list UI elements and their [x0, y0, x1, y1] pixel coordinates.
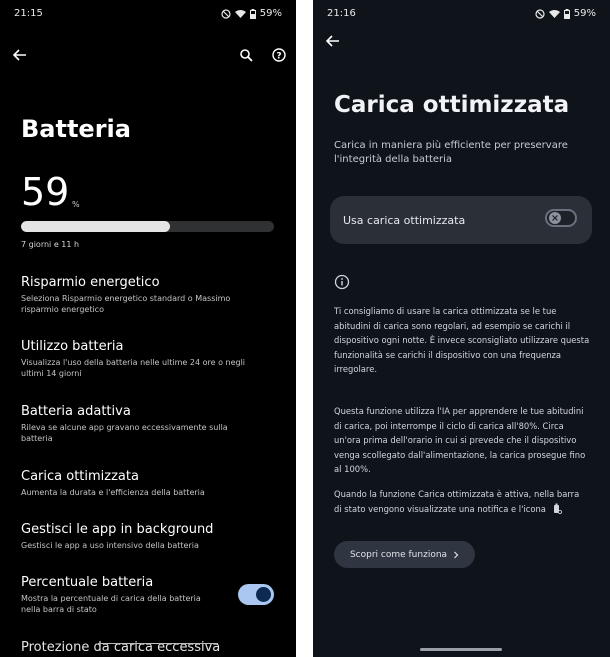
- info-paragraph-text: Quando la funzione Carica ottimizzata è …: [334, 489, 580, 514]
- battery-settings-screen: 21:15 59% ? Batteria 59 % 7 giorni e 11 …: [0, 0, 296, 657]
- setting-battery-percentage[interactable]: Percentuale batteria Mostra la percentua…: [21, 575, 221, 615]
- help-button[interactable]: ?: [269, 45, 289, 65]
- close-icon: [552, 215, 558, 221]
- chevron-right-icon: [454, 551, 459, 558]
- setting-description: Visualizza l'uso della batteria nelle ul…: [21, 358, 246, 378]
- scroll-edge-line: [98, 643, 218, 644]
- back-button[interactable]: [10, 45, 30, 65]
- page-title: Batteria: [21, 115, 131, 143]
- battery-level-fill: [21, 221, 171, 232]
- toggle-knob: [256, 587, 271, 602]
- battery-percent-sign: %: [72, 200, 80, 209]
- battery-icon: [563, 8, 570, 19]
- setting-title: Batteria adattiva: [21, 404, 131, 419]
- setting-title: Gestisci le app in background: [21, 522, 214, 537]
- search-button[interactable]: [236, 45, 256, 65]
- status-bar: 21:16 59%: [327, 8, 596, 22]
- status-battery-percent: 59%: [573, 8, 596, 19]
- setting-background-apps[interactable]: Gestisci le app in background Gestisci l…: [21, 522, 251, 551]
- wifi-icon: [234, 10, 246, 18]
- search-icon: [239, 48, 253, 62]
- setting-description: Seleziona Risparmio energetico standard …: [21, 294, 231, 314]
- toggle-label: Usa carica ottimizzata: [343, 214, 466, 227]
- setting-description: Rileva se alcune app gravano eccessivame…: [21, 423, 228, 443]
- charging-paused-icon: [553, 503, 562, 514]
- learn-more-button[interactable]: Scopri come funziona: [334, 541, 475, 568]
- info-paragraph: Questa funzione utilizza l'IA per appren…: [334, 406, 586, 475]
- arrow-left-icon: [13, 49, 26, 61]
- help-icon: ?: [272, 48, 286, 62]
- arrow-left-icon: [326, 35, 339, 47]
- setting-adaptive-battery[interactable]: Batteria adattiva Rileva se alcune app g…: [21, 404, 251, 444]
- optimized-charging-switch[interactable]: [545, 209, 577, 227]
- optimized-charging-toggle-card[interactable]: Usa carica ottimizzata: [330, 196, 592, 244]
- setting-description: Gestisci le app a uso intensivo della ba…: [21, 541, 199, 550]
- gesture-navigation-handle[interactable]: [420, 648, 502, 651]
- info-icon: [334, 274, 350, 290]
- setting-title: Utilizzo batteria: [21, 339, 124, 354]
- battery-level: 59: [21, 170, 70, 214]
- setting-description: Mostra la percentuale di carica della ba…: [21, 594, 201, 614]
- setting-title: Carica ottimizzata: [21, 469, 139, 484]
- battery-percentage-toggle[interactable]: [238, 584, 274, 605]
- back-button[interactable]: [323, 31, 343, 51]
- do-not-disturb-icon: [221, 8, 231, 19]
- svg-text:?: ?: [276, 52, 281, 62]
- wifi-icon: [548, 10, 560, 18]
- page-title: Carica ottimizzata: [334, 92, 570, 118]
- setting-title: Risparmio energetico: [21, 275, 160, 290]
- status-battery-percent: 59%: [259, 8, 282, 19]
- setting-description: Aumenta la durata e l'efficienza della b…: [21, 488, 205, 497]
- setting-optimized-charging[interactable]: Carica ottimizzata Aumenta la durata e l…: [21, 469, 251, 498]
- learn-more-label: Scopri come funziona: [349, 549, 448, 560]
- setting-title: Percentuale batteria: [21, 575, 154, 590]
- optimized-charging-screen: 21:16 59% Carica ottimizzata Carica in m…: [313, 0, 610, 657]
- setting-battery-usage[interactable]: Utilizzo batteria Visualizza l'uso della…: [21, 339, 251, 379]
- status-time: 21:15: [14, 8, 43, 19]
- status-time: 21:16: [327, 8, 356, 19]
- do-not-disturb-icon: [535, 8, 545, 19]
- info-paragraph-icon-note: Quando la funzione Carica ottimizzata è …: [334, 487, 584, 516]
- page-subtitle: Carica in maniera più efficiente per pre…: [334, 140, 568, 165]
- toggle-knob: [549, 212, 561, 224]
- status-bar: 21:15 59%: [14, 8, 282, 22]
- battery-level-bar: [21, 221, 274, 232]
- battery-remaining-time: 7 giorni e 11 h: [21, 240, 80, 249]
- battery-icon: [249, 8, 256, 19]
- setting-battery-saver[interactable]: Risparmio energetico Seleziona Risparmio…: [21, 275, 251, 315]
- info-paragraph: Ti consigliamo di usare la carica ottimi…: [334, 306, 590, 375]
